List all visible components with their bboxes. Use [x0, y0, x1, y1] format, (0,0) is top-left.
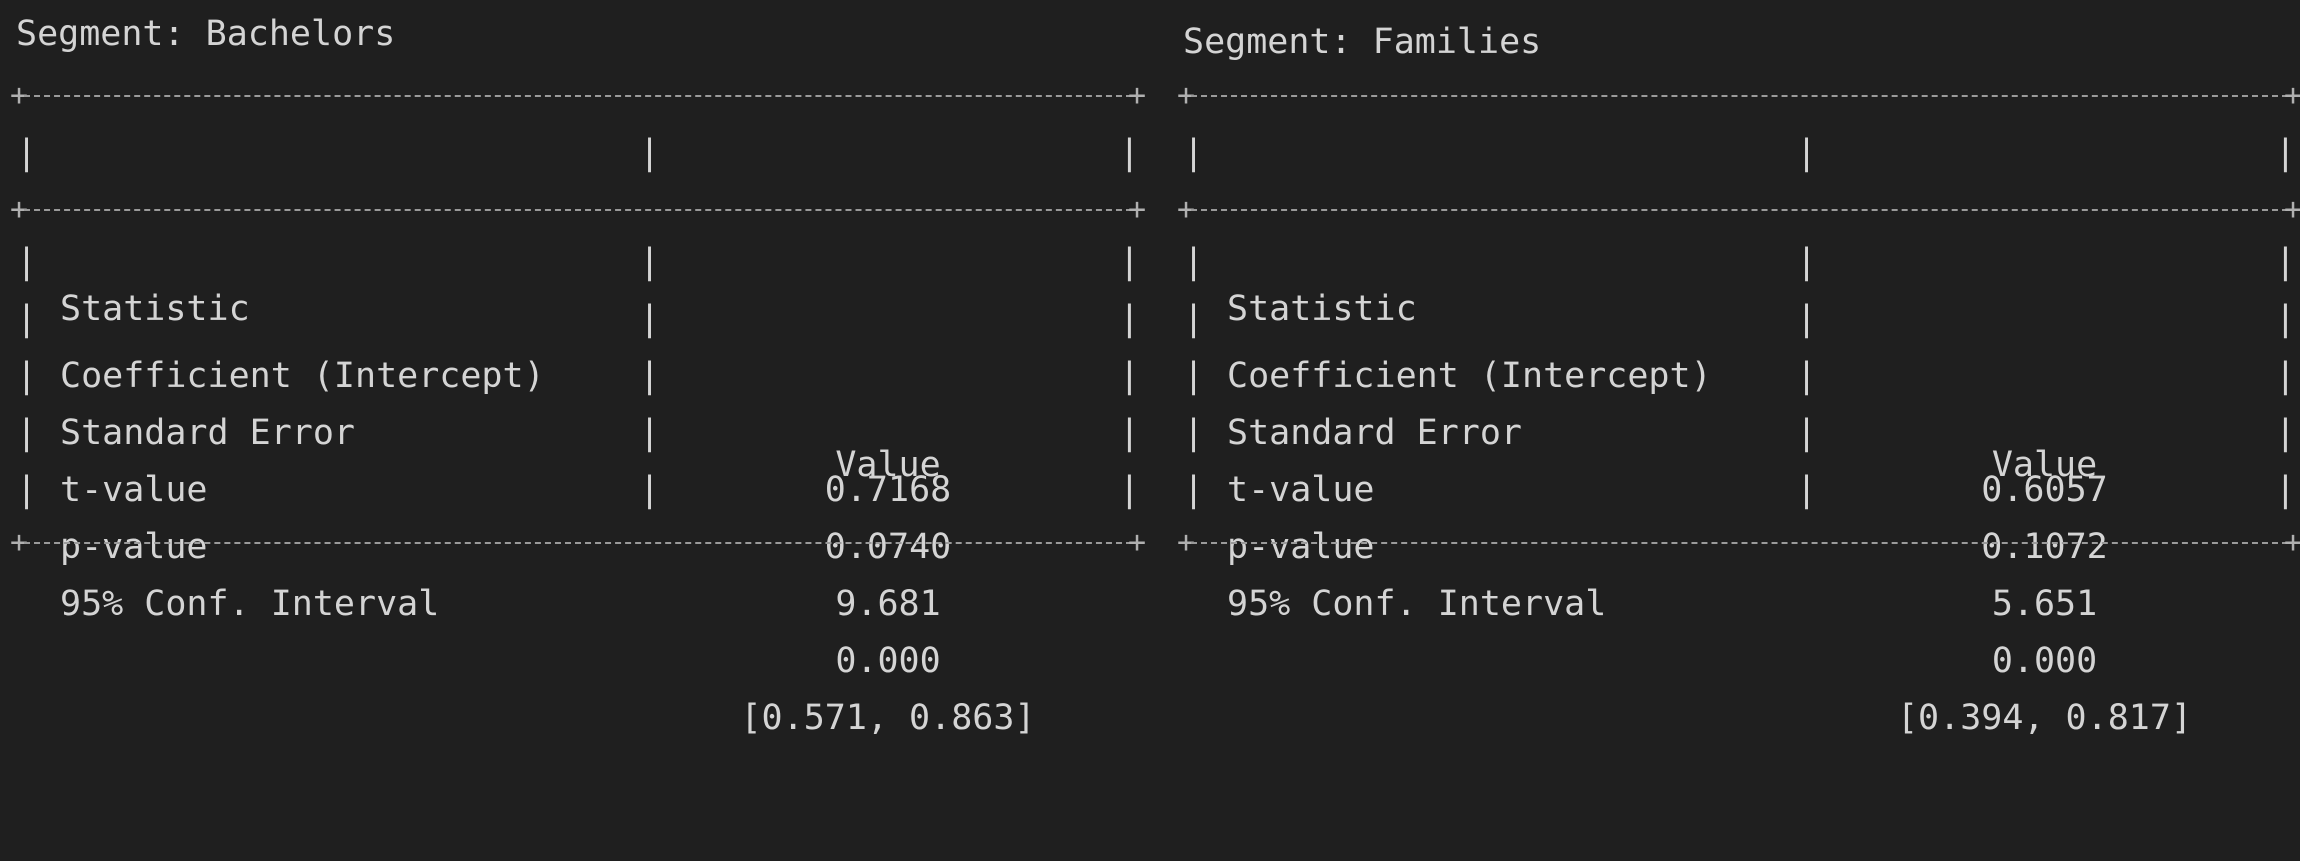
- value-cell: 9.681: [835, 584, 941, 624]
- column-separator: |: [2274, 133, 2296, 173]
- column-separator: |: [1796, 413, 1818, 453]
- table-row: | 95% Conf. Interval | [0.394, 0.817] |: [1183, 462, 2296, 738]
- table-border-top: + +: [1177, 78, 2300, 114]
- dash-line: [24, 95, 1132, 97]
- corner-glyph: +: [1127, 78, 1146, 113]
- table-row: | Coefficient (Intercept) | 0.7168 |: [16, 234, 1140, 510]
- column-separator: |: [1118, 242, 1140, 282]
- column-separator: |: [1796, 470, 1818, 510]
- table-row: | Coefficient (Intercept) | 0.6057 |: [1183, 234, 2296, 510]
- table-body: | Coefficient (Intercept) | 0.6057 | | S…: [1183, 228, 2296, 738]
- table-row: | Standard Error | 0.0740 |: [16, 291, 1140, 567]
- column-separator: |: [1118, 413, 1140, 453]
- column-separator: |: [16, 299, 38, 339]
- column-separator: |: [639, 242, 661, 282]
- column-separator: |: [639, 413, 661, 453]
- table-border-mid: + +: [10, 192, 1146, 228]
- table-row: | p-value | 0.000 |: [16, 405, 1140, 681]
- table-body: | Coefficient (Intercept) | 0.7168 | | S…: [16, 228, 1140, 738]
- column-separator: |: [1118, 356, 1140, 396]
- corner-glyph: +: [2283, 192, 2300, 227]
- segment-panel-families: Segment: Families + + | Statistic | Valu…: [1163, 0, 2300, 738]
- value-cell: 5.651: [1991, 584, 2098, 624]
- column-separator: |: [16, 413, 38, 453]
- statistics-table: + + | Statistic | Value | + + | Coeffici…: [10, 78, 1146, 738]
- segment-title: Segment: Families: [1183, 22, 1542, 62]
- table-row: | Standard Error | 0.1072 |: [1183, 291, 2296, 567]
- table-row: | 95% Conf. Interval | [0.571, 0.863] |: [16, 462, 1140, 738]
- corner-glyph: +: [1127, 192, 1146, 227]
- value-cell: 0.000: [1991, 641, 2098, 681]
- statistic-cell: 95% Conf. Interval: [1227, 584, 1607, 624]
- corner-glyph: +: [1127, 525, 1146, 560]
- column-separator: |: [2274, 356, 2296, 396]
- statistic-cell: 95% Conf. Interval: [60, 584, 440, 624]
- column-separator: |: [1796, 299, 1818, 339]
- segment-panel-bachelors: Segment: Bachelors + + | Statistic | Val…: [0, 0, 1163, 738]
- column-separator: |: [1796, 133, 1818, 173]
- column-separator: |: [639, 356, 661, 396]
- column-separator: |: [1183, 242, 1205, 282]
- column-separator: |: [1118, 470, 1140, 510]
- column-separator: |: [1796, 356, 1818, 396]
- column-separator: |: [2274, 470, 2296, 510]
- column-separator: |: [1183, 470, 1205, 510]
- table-row: | t-value | 9.681 |: [16, 348, 1140, 624]
- column-separator: |: [2274, 413, 2296, 453]
- column-separator: |: [2274, 299, 2296, 339]
- column-separator: |: [1183, 413, 1205, 453]
- value-cell: [0.394, 0.817]: [1896, 698, 2192, 738]
- value-cell: [0.571, 0.863]: [740, 698, 1036, 738]
- statistics-table: + + | Statistic | Value | + + | Coeffici…: [1177, 78, 2300, 738]
- dash-line: [1191, 209, 2288, 211]
- column-separator: |: [16, 133, 38, 173]
- dash-line: [1191, 542, 2288, 544]
- table-header-row: | Statistic | Value |: [1183, 114, 2296, 485]
- column-separator: |: [16, 356, 38, 396]
- table-border-mid: + +: [1177, 192, 2300, 228]
- table-row: | t-value | 5.651 |: [1183, 348, 2296, 624]
- column-separator: |: [1118, 299, 1140, 339]
- column-separator: |: [639, 133, 661, 173]
- column-separator: |: [1183, 133, 1205, 173]
- dash-line: [1191, 95, 2288, 97]
- segment-title: Segment: Bachelors: [16, 14, 396, 54]
- corner-glyph: +: [2283, 525, 2300, 560]
- corner-glyph: +: [2283, 78, 2300, 113]
- column-separator: |: [16, 470, 38, 510]
- table-border-bottom: + +: [10, 525, 1146, 561]
- column-separator: |: [16, 242, 38, 282]
- column-separator: |: [1183, 356, 1205, 396]
- column-separator: |: [1796, 242, 1818, 282]
- dash-line: [24, 209, 1132, 211]
- table-row: | p-value | 0.000 |: [1183, 405, 2296, 681]
- dash-line: [24, 542, 1132, 544]
- column-separator: |: [639, 470, 661, 510]
- column-separator: |: [1118, 133, 1140, 173]
- column-separator: |: [1183, 299, 1205, 339]
- value-cell: 0.000: [835, 641, 941, 681]
- column-separator: |: [639, 299, 661, 339]
- table-header-row: | Statistic | Value |: [16, 114, 1140, 485]
- table-border-bottom: + +: [1177, 525, 2300, 561]
- column-separator: |: [2274, 242, 2296, 282]
- table-border-top: + +: [10, 78, 1146, 114]
